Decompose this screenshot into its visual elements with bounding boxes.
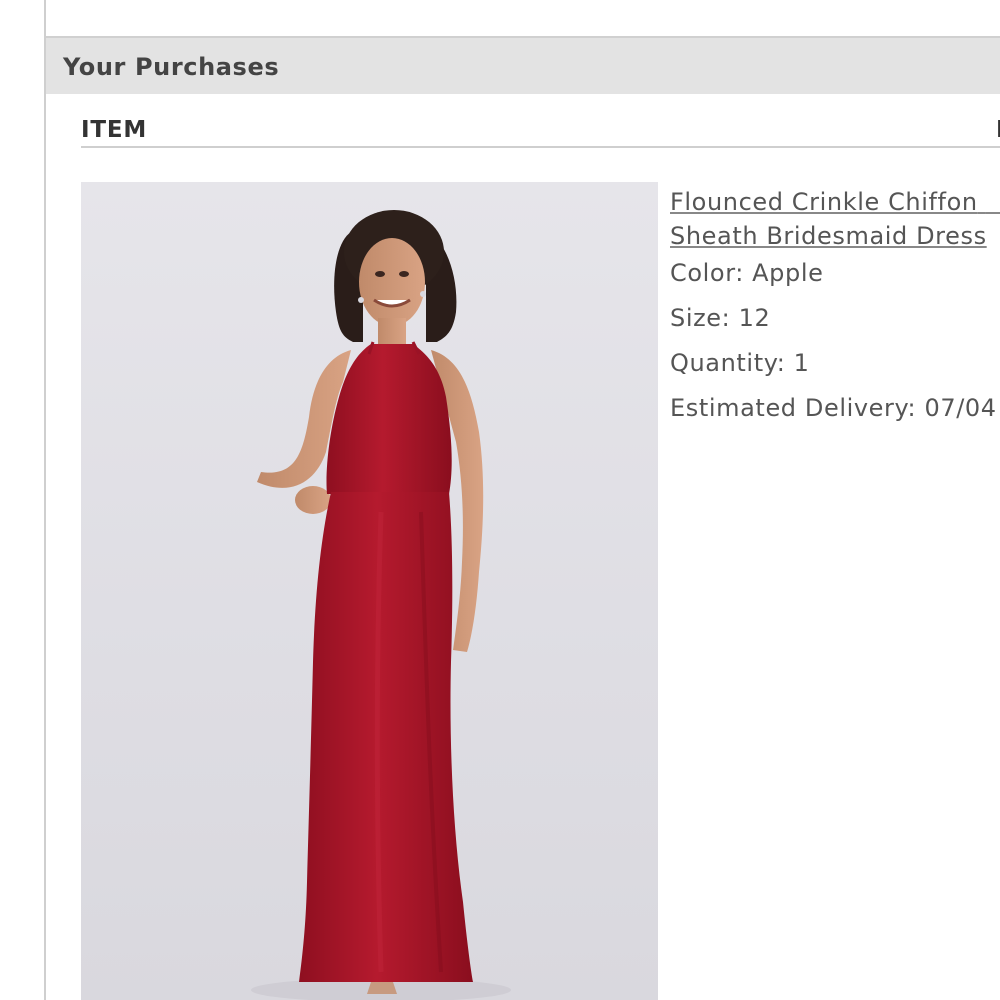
column-header-item: ITEM — [81, 117, 148, 143]
your-purchases-header: Your Purchases — [46, 36, 1000, 94]
product-name-link[interactable]: Flounced Crinkle Chiffon S — [670, 185, 1000, 219]
product-name-overflow — [986, 188, 1000, 216]
product-estimated-delivery: Estimated Delivery: 07/04 — [670, 394, 997, 422]
dress-model-illustration — [251, 210, 511, 1000]
section-title: Your Purchases — [63, 53, 280, 81]
left-border — [44, 0, 46, 1000]
product-name-line1: Flounced Crinkle Chiffon — [670, 188, 978, 216]
top-panel — [46, 0, 1000, 36]
product-details: Flounced Crinkle Chiffon S Sheath Brides… — [670, 185, 1000, 422]
product-color: Color: Apple — [670, 259, 824, 287]
product-image[interactable] — [81, 182, 658, 1000]
product-size: Size: 12 — [670, 304, 771, 332]
product-name-link-line2[interactable]: Sheath Bridesmaid Dress — [670, 219, 1000, 253]
product-name-line2: Sheath Bridesmaid Dress — [670, 222, 987, 250]
page-frame: Your Purchases ITEM I — [0, 0, 1000, 1000]
table-header: ITEM I — [81, 114, 1000, 148]
product-quantity: Quantity: 1 — [670, 349, 810, 377]
column-header-next: I — [996, 117, 1000, 143]
